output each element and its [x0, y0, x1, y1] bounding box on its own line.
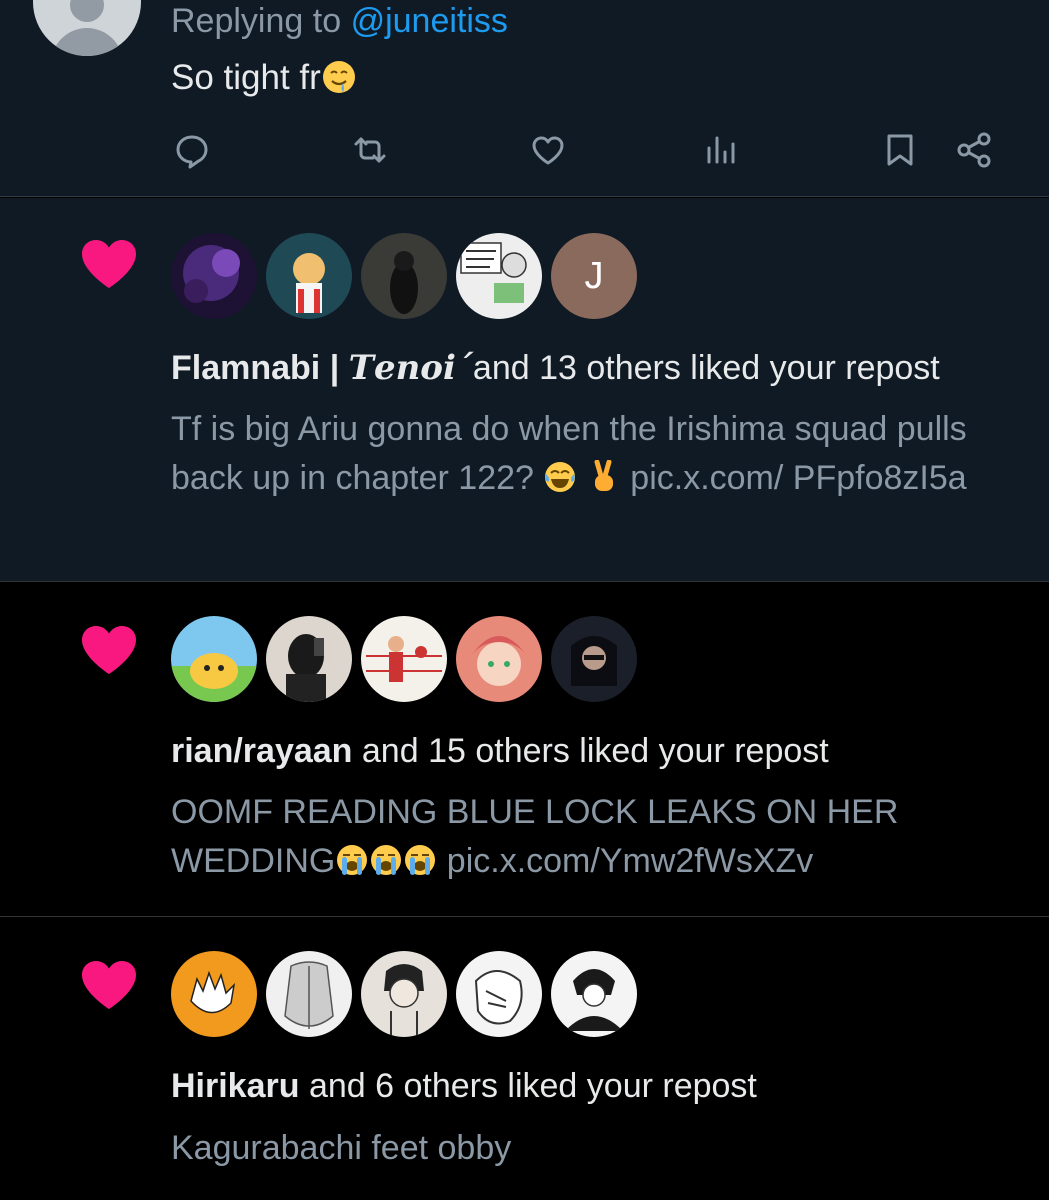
heart-icon [80, 238, 138, 290]
tears-of-joy-emoji-icon [543, 459, 577, 493]
avatar[interactable] [266, 616, 352, 702]
heart-icon [80, 624, 138, 676]
bookmark-icon[interactable] [880, 130, 920, 170]
avatar[interactable] [171, 233, 257, 319]
avatar-letter: J [584, 254, 604, 297]
liker-name[interactable]: Hirikaru [171, 1067, 300, 1105]
victory-hand-emoji-icon [587, 459, 621, 493]
loudly-crying-emoji-icon [335, 842, 369, 876]
avatar[interactable] [171, 616, 257, 702]
liked-summary: Flamnabi | 𝑻𝒆𝒏𝒐𝒊´and 13 others liked you… [171, 348, 940, 388]
repost-excerpt[interactable]: Kagurabachi feet obby [171, 1124, 991, 1173]
liker-name[interactable]: rian/rayaan [171, 732, 352, 770]
like-notification[interactable]: rian/rayaan and 15 others liked your rep… [0, 581, 1049, 916]
liked-summary: Hirikaru and 6 others liked your repost [171, 1067, 757, 1106]
default-avatar[interactable] [33, 0, 141, 56]
replying-to-handle[interactable]: @juneitiss [351, 2, 508, 40]
excerpt-text: Kagurabachi feet obby [171, 1129, 512, 1167]
like-notification[interactable]: J Flamnabi | 𝑻𝒆𝒏𝒐𝒊´and 13 others liked y… [0, 198, 1049, 581]
replying-to-line: Replying to @juneitiss [171, 2, 508, 41]
liked-rest-text: and 6 others liked your repost [299, 1067, 757, 1105]
loudly-crying-emoji-icon [369, 842, 403, 876]
loudly-crying-emoji-icon [403, 842, 437, 876]
views-icon[interactable] [703, 130, 743, 170]
avatar[interactable] [456, 951, 542, 1037]
avatar-head-shape [70, 0, 104, 22]
liked-rest-text: and 15 others liked your repost [352, 732, 829, 770]
excerpt-link[interactable]: pic.x.com/ PFpfo8zI5a [630, 459, 966, 497]
heart-icon [80, 959, 138, 1011]
avatar[interactable] [551, 616, 637, 702]
liked-rest-text: and 13 others liked your repost [472, 349, 940, 387]
avatar[interactable] [361, 233, 447, 319]
liker-avatars: J [171, 233, 641, 319]
reply-icon[interactable] [172, 130, 212, 170]
share-icon[interactable] [955, 130, 995, 170]
avatar[interactable] [171, 951, 257, 1037]
excerpt-link[interactable]: pic.x.com/Ymw2fWsXZv [447, 842, 813, 880]
avatar-body-shape [51, 28, 123, 56]
like-icon[interactable] [528, 130, 568, 170]
repost-icon[interactable] [350, 130, 390, 170]
like-notification[interactable]: Hirikaru and 6 others liked your repost … [0, 916, 1049, 1200]
liker-avatars [171, 951, 641, 1037]
avatar[interactable] [456, 233, 542, 319]
avatar[interactable] [361, 616, 447, 702]
avatar[interactable] [266, 951, 352, 1037]
liker-name[interactable]: Flamnabi | [171, 349, 349, 387]
liked-summary: rian/rayaan and 15 others liked your rep… [171, 732, 829, 771]
drooling-face-icon [321, 59, 357, 95]
repost-excerpt[interactable]: Tf is big Ariu gonna do when the Irishim… [171, 405, 991, 503]
replying-to-label: Replying to [171, 2, 342, 40]
reply-text: So tight fr [171, 58, 357, 98]
avatar[interactable]: J [551, 233, 637, 319]
reply-text-content: So tight fr [171, 58, 321, 97]
avatar[interactable] [456, 616, 542, 702]
reply-tweet[interactable]: Replying to @juneitiss So tight fr [0, 0, 1049, 197]
liker-name-styled[interactable]: 𝑻𝒆𝒏𝒐𝒊´ [349, 348, 473, 388]
avatar[interactable] [361, 951, 447, 1037]
avatar[interactable] [266, 233, 352, 319]
liker-avatars [171, 616, 641, 702]
repost-excerpt[interactable]: OOMF READING BLUE LOCK LEAKS ON HER WEDD… [171, 788, 991, 886]
avatar[interactable] [551, 951, 637, 1037]
